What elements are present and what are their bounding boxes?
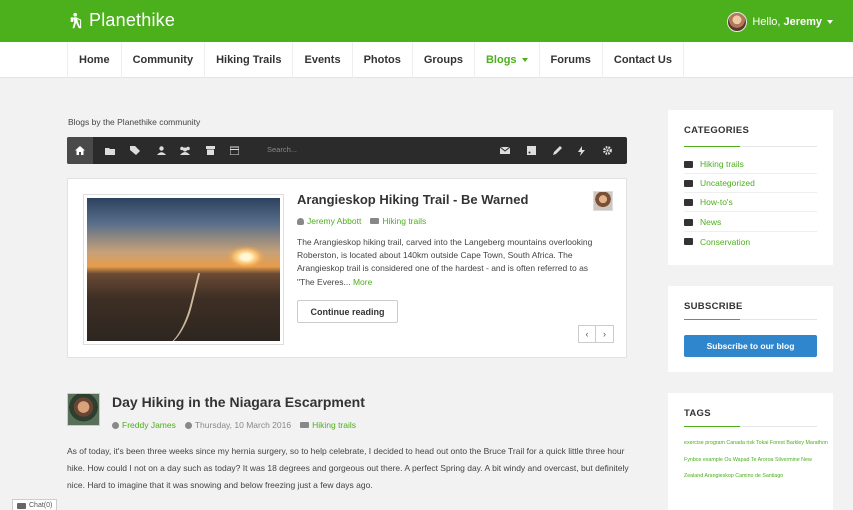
user-menu[interactable]: Hello, Jeremy <box>727 12 833 32</box>
category-item[interactable]: Hiking trails <box>684 155 817 174</box>
post-author[interactable]: Freddy James <box>122 420 176 430</box>
folder-icon <box>684 198 693 206</box>
toolbar-rss-button[interactable] <box>521 137 541 164</box>
featured-pager: ‹ › <box>578 325 614 343</box>
nav-item-events[interactable]: Events <box>293 42 353 78</box>
nav-item-hiking-trails[interactable]: Hiking Trails <box>205 42 294 78</box>
user-icon <box>156 146 166 155</box>
toolbar-bloggers-button[interactable] <box>151 137 171 164</box>
featured-category[interactable]: Hiking trails <box>382 216 426 226</box>
username: Jeremy <box>783 16 822 28</box>
nav-item-home[interactable]: Home <box>67 42 122 78</box>
featured-title[interactable]: Arangieskop Hiking Trail - Be Warned <box>297 192 528 207</box>
subscribe-widget: SUBSCRIBE Subscribe to our blog <box>668 286 833 372</box>
archive-icon <box>205 146 215 155</box>
toolbar-write-button[interactable] <box>547 137 567 164</box>
featured-author[interactable]: Jeremy Abbott <box>307 216 361 226</box>
category-item[interactable]: News <box>684 213 817 232</box>
folder-icon <box>684 160 693 168</box>
tags-widget: TAGS exercise program Canada risk Tokai … <box>668 393 833 510</box>
widget-title: TAGS <box>684 408 711 419</box>
nav-item-contact-us[interactable]: Contact Us <box>603 42 684 78</box>
post-category[interactable]: Hiking trails <box>312 420 356 430</box>
subscribe-button[interactable]: Subscribe to our blog <box>684 335 817 357</box>
toolbar-home-button[interactable] <box>67 137 93 164</box>
rss-icon <box>526 146 536 155</box>
sun-glow <box>228 246 264 268</box>
folder-icon <box>684 218 693 226</box>
author-avatar[interactable] <box>593 191 613 211</box>
post-title[interactable]: Day Hiking in the Niagara Escarpment <box>112 394 365 410</box>
toolbar-subscribe-email-button[interactable] <box>495 137 515 164</box>
toolbar-teamblogs-button[interactable] <box>175 137 195 164</box>
folder-icon <box>370 218 380 224</box>
user-icon <box>112 421 119 429</box>
folder-icon <box>684 238 693 245</box>
home-icon <box>75 146 85 155</box>
chat-button[interactable]: Chat(0) <box>12 499 58 510</box>
hiker-icon <box>70 12 82 28</box>
pencil-icon <box>552 146 562 155</box>
tag-cloud[interactable]: exercise program Canada risk Tokai Fores… <box>684 435 829 485</box>
widget-title: SUBSCRIBE <box>684 301 743 312</box>
tags-icon <box>130 146 140 155</box>
continue-reading-button[interactable]: Continue reading <box>297 300 398 323</box>
more-link[interactable]: More <box>353 277 372 287</box>
blog-intro: Blogs by the Planethike community <box>68 117 201 127</box>
mail-icon <box>500 147 510 154</box>
widget-title: CATEGORIES <box>684 125 750 136</box>
main-nav: Home Community Hiking Trails Events Phot… <box>0 42 853 78</box>
post-date: Thursday, 10 March 2016 <box>194 420 292 430</box>
user-icon <box>297 217 304 225</box>
gear-icon <box>602 146 612 155</box>
next-button[interactable]: › <box>596 325 614 343</box>
folder-icon <box>105 147 115 155</box>
clock-icon <box>184 421 192 429</box>
top-bar: Planethike Hello, Jeremy <box>0 0 853 42</box>
nav-item-photos[interactable]: Photos <box>353 42 413 78</box>
toolbar-archive-button[interactable] <box>200 137 220 164</box>
calendar-icon <box>229 146 239 155</box>
folder-icon <box>684 179 693 187</box>
post-body: As of today, it's been three weeks since… <box>67 446 629 490</box>
avatar[interactable] <box>67 393 100 426</box>
title-underline <box>684 146 740 147</box>
nav-item-community[interactable]: Community <box>122 42 206 78</box>
category-item[interactable]: Conservation <box>684 232 817 251</box>
chevron-down-icon <box>827 20 833 24</box>
brand-logo[interactable]: Planethike <box>68 10 175 31</box>
title-underline <box>684 426 740 427</box>
chevron-down-icon <box>521 58 528 62</box>
featured-post: Arangieskop Hiking Trail - Be Warned Jer… <box>67 178 627 358</box>
category-item[interactable]: Uncategorized <box>684 174 817 193</box>
prev-button[interactable]: ‹ <box>578 325 596 343</box>
nav-item-blogs[interactable]: Blogs <box>475 42 540 78</box>
group-icon <box>180 146 190 155</box>
nav-item-forums[interactable]: Forums <box>540 42 603 78</box>
greeting-text: Hello, <box>752 16 781 28</box>
folder-icon <box>300 422 310 428</box>
toolbar-settings-button[interactable] <box>597 137 617 164</box>
featured-excerpt: The Arangieskop hiking trail, carved int… <box>297 237 593 287</box>
title-underline <box>684 319 740 320</box>
category-item[interactable]: How-to's <box>684 193 817 212</box>
featured-image[interactable] <box>84 195 283 344</box>
blog-toolbar: Search... <box>67 137 627 164</box>
bolt-icon <box>577 145 585 156</box>
search-input[interactable]: Search... <box>267 145 297 154</box>
nav-item-groups[interactable]: Groups <box>413 42 475 78</box>
toolbar-categories-button[interactable] <box>100 137 120 164</box>
categories-widget: CATEGORIES Hiking trails Uncategorized H… <box>668 110 833 265</box>
brand-name: Planethike <box>89 10 176 30</box>
toolbar-calendar-button[interactable] <box>224 137 244 164</box>
post-meta: Freddy James Thursday, 10 March 2016 Hik… <box>112 420 356 430</box>
toolbar-tags-button[interactable] <box>125 137 145 164</box>
toolbar-quickpost-button[interactable] <box>571 137 591 164</box>
chat-icon <box>17 502 26 509</box>
avatar <box>727 12 748 32</box>
featured-meta: Jeremy Abbott Hiking trails <box>297 216 426 226</box>
trail-line <box>147 265 201 341</box>
